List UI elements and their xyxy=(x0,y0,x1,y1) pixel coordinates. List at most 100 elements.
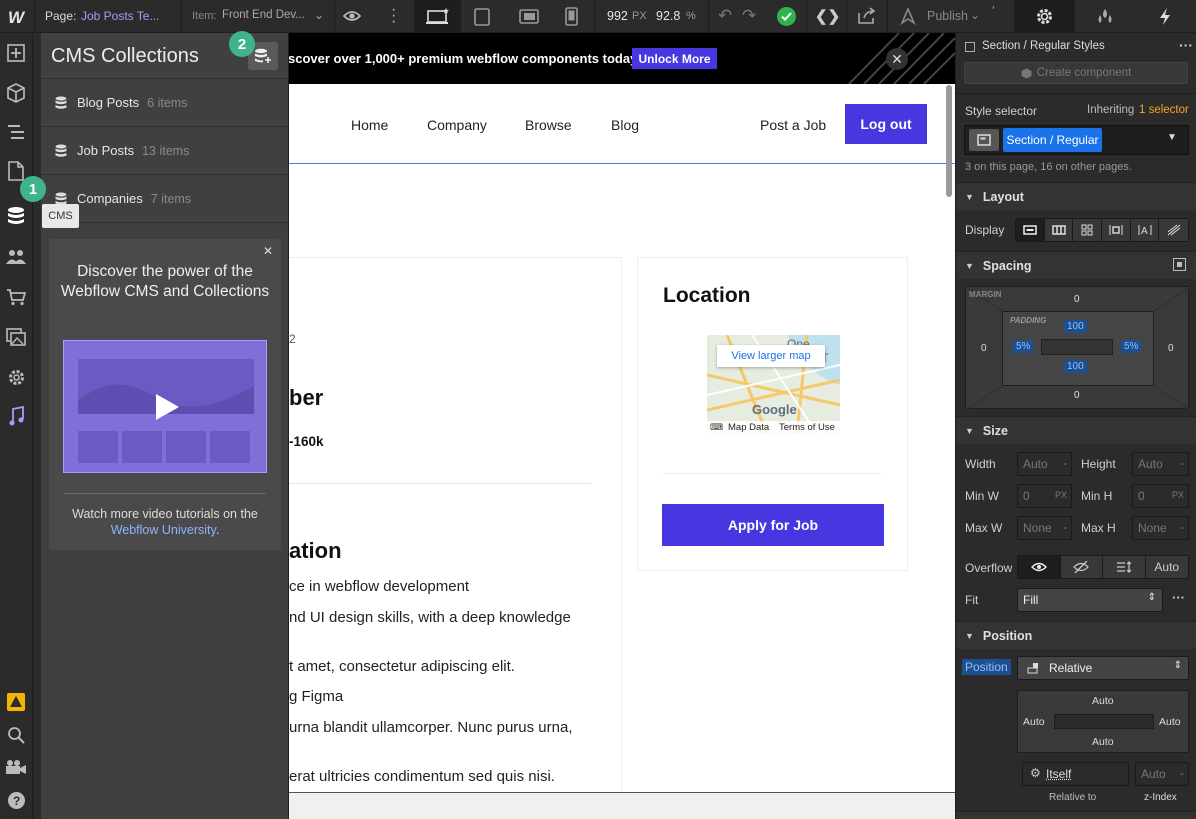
nav-link-home[interactable]: Home xyxy=(351,117,388,133)
redo-icon[interactable]: ↷ xyxy=(742,6,756,26)
position-top-value[interactable]: Auto xyxy=(1092,695,1114,707)
undo-icon[interactable]: ↶ xyxy=(718,6,732,26)
width-field[interactable]: Auto - xyxy=(1017,452,1072,476)
padding-left-value[interactable]: 5% xyxy=(1013,340,1034,353)
designer-canvas[interactable]: scover over 1,000+ premium webflow compo… xyxy=(289,33,955,819)
view-larger-map-link[interactable]: View larger map xyxy=(717,345,825,367)
padding-top-value[interactable]: 100 xyxy=(1064,320,1087,333)
padding-bottom-value[interactable]: 100 xyxy=(1064,360,1087,373)
video-tutorial-icon[interactable] xyxy=(5,756,27,778)
publish-chevron-icon[interactable]: ⌄ xyxy=(970,8,980,22)
padding-right-value[interactable]: 5% xyxy=(1121,340,1142,353)
overflow-scroll-icon[interactable] xyxy=(1103,556,1146,578)
display-flex-icon[interactable] xyxy=(1044,219,1074,241)
position-left-value[interactable]: Auto xyxy=(1023,716,1045,728)
overflow-hidden-icon[interactable] xyxy=(1060,556,1103,578)
size-section-header[interactable]: ▼ Size xyxy=(956,416,1196,444)
play-icon[interactable] xyxy=(154,393,180,421)
map-terms-link[interactable]: Terms of Use xyxy=(779,422,835,433)
more-vertical-icon[interactable]: · · · xyxy=(391,2,397,30)
inheriting-count-link[interactable]: 1 selector xyxy=(1139,104,1189,116)
desktop-breakpoint-icon[interactable] xyxy=(415,0,461,33)
create-component-button[interactable]: Create component xyxy=(964,62,1188,84)
min-width-field[interactable]: 0 PX xyxy=(1017,484,1072,508)
margin-left-value[interactable]: 0 xyxy=(981,343,987,354)
canvas-scrollbar[interactable] xyxy=(946,85,952,197)
position-section-header[interactable]: ▼ Position xyxy=(956,621,1196,649)
component-checkbox[interactable] xyxy=(965,42,975,52)
style-manager-drops-icon[interactable] xyxy=(1095,8,1115,25)
margin-bottom-value[interactable]: 0 xyxy=(1074,390,1080,401)
display-inline-icon[interactable]: A xyxy=(1130,219,1160,241)
nav-link-blog[interactable]: Blog xyxy=(611,117,639,133)
mobile-landscape-breakpoint-icon[interactable] xyxy=(519,9,539,24)
zindex-field[interactable]: Auto - xyxy=(1135,762,1189,786)
layout-section-header[interactable]: ▼ Layout xyxy=(956,182,1196,210)
item-selector[interactable]: Front End Dev... xyxy=(222,9,305,21)
collection-blog-posts[interactable]: Blog Posts 6 items xyxy=(41,79,289,127)
nav-link-company[interactable]: Company xyxy=(427,117,487,133)
min-height-field[interactable]: 0 PX xyxy=(1132,484,1189,508)
selector-chip[interactable]: Section / Regular xyxy=(1003,128,1102,152)
position-right-value[interactable]: Auto xyxy=(1159,716,1181,728)
location-map[interactable]: One World T View larger map Google ⌨ Map… xyxy=(707,335,840,434)
warning-icon[interactable] xyxy=(5,691,27,713)
position-bottom-value[interactable]: Auto xyxy=(1092,736,1114,748)
spacing-expand-icon[interactable] xyxy=(1173,258,1186,271)
add-icon[interactable] xyxy=(5,42,27,64)
selector-state-button[interactable] xyxy=(969,129,999,151)
gear-icon[interactable] xyxy=(1035,7,1054,26)
relative-to-select[interactable]: ⚙ Itself xyxy=(1022,762,1129,786)
keyboard-icon[interactable]: ⌨ xyxy=(710,422,723,433)
apply-for-job-button[interactable]: Apply for Job xyxy=(662,504,884,546)
preview-eye-icon[interactable] xyxy=(343,8,361,24)
page-selector[interactable]: Job Posts Te... xyxy=(81,9,160,23)
map-data-label[interactable]: Map Data xyxy=(728,422,769,433)
display-inline-block-icon[interactable] xyxy=(1102,219,1131,241)
more-horizontal-icon[interactable]: ··· xyxy=(1179,37,1193,53)
promo-close-icon[interactable]: ✕ xyxy=(263,244,273,258)
max-height-field[interactable]: None - xyxy=(1132,516,1189,540)
margin-right-value[interactable]: 0 xyxy=(1168,343,1174,354)
tablet-breakpoint-icon[interactable] xyxy=(474,8,490,26)
unlock-more-button[interactable]: Unlock More xyxy=(632,48,717,69)
selector-dropdown-icon[interactable]: ▼ xyxy=(1167,132,1177,143)
overflow-visible-eye-icon[interactable] xyxy=(1018,556,1061,578)
settings-gear-icon[interactable] xyxy=(5,366,27,388)
help-icon[interactable]: ? xyxy=(5,789,27,811)
display-block-icon[interactable] xyxy=(1016,219,1045,241)
more-horizontal-icon[interactable]: ··· xyxy=(1172,590,1185,605)
assets-icon[interactable] xyxy=(5,326,27,348)
display-grid-icon[interactable] xyxy=(1073,219,1103,241)
share-icon[interactable] xyxy=(857,7,877,25)
position-select[interactable]: Relative ⇕ xyxy=(1017,656,1189,680)
promo-video-thumbnail[interactable] xyxy=(63,340,267,473)
display-none-icon[interactable] xyxy=(1159,219,1188,241)
cms-database-icon[interactable] xyxy=(4,204,28,228)
banner-close-icon[interactable]: ✕ xyxy=(886,48,908,70)
collection-job-posts[interactable]: Job Posts 13 items xyxy=(41,127,289,175)
nav-link-post-job[interactable]: Post a Job xyxy=(760,117,826,133)
publish-button[interactable]: Publish xyxy=(927,9,968,23)
height-field[interactable]: Auto - xyxy=(1132,452,1189,476)
ecommerce-cart-icon[interactable] xyxy=(5,286,27,308)
navigator-icon[interactable] xyxy=(5,121,27,143)
overflow-auto-option[interactable]: Auto xyxy=(1145,556,1188,578)
publish-rocket-icon[interactable] xyxy=(899,8,917,25)
chevron-down-icon[interactable]: ⌄ xyxy=(314,8,324,22)
search-icon[interactable] xyxy=(5,724,27,746)
webflow-university-link[interactable]: Webflow University xyxy=(111,523,216,537)
zoom-value[interactable]: 92.8 xyxy=(656,9,680,23)
canvas-width-value[interactable]: 992 xyxy=(607,9,628,23)
code-export-icon[interactable]: ❮❯ xyxy=(815,7,840,25)
logout-button[interactable]: Log out xyxy=(845,104,927,144)
margin-top-value[interactable]: 0 xyxy=(1074,294,1080,305)
interactions-bolt-icon[interactable] xyxy=(1158,7,1172,26)
webflow-logo-icon[interactable]: W xyxy=(7,7,27,27)
fit-select[interactable]: Fill ⇕ xyxy=(1017,588,1163,612)
nav-link-browse[interactable]: Browse xyxy=(525,117,572,133)
spacing-section-header[interactable]: ▼ Spacing xyxy=(956,251,1196,279)
cube-icon[interactable] xyxy=(5,82,27,104)
users-icon[interactable] xyxy=(5,246,27,268)
mobile-portrait-breakpoint-icon[interactable] xyxy=(565,7,578,26)
